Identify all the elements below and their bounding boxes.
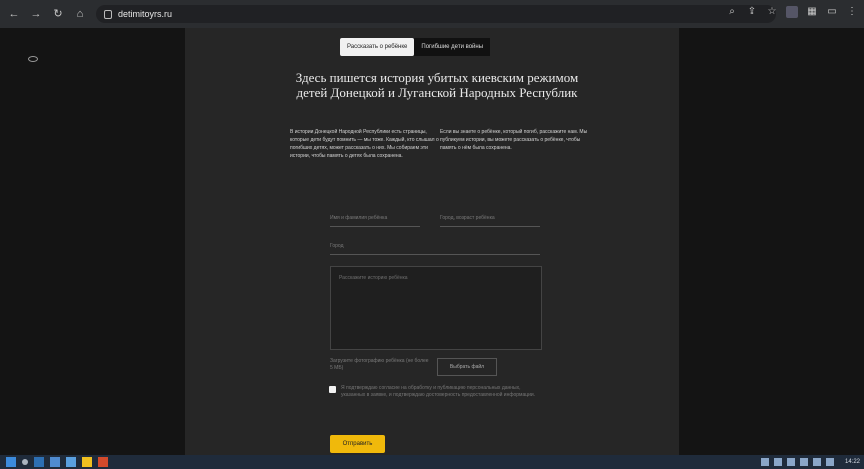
volume-icon[interactable]: [826, 458, 834, 466]
network-icon[interactable]: [813, 458, 821, 466]
tab-dead-children[interactable]: Погибшие дети войны: [414, 38, 491, 56]
tab-bar: Рассказать о ребёнке Погибшие дети войны: [340, 38, 491, 56]
share-icon[interactable]: ⇪: [746, 6, 758, 18]
right-margin: [679, 28, 864, 455]
home-icon[interactable]: ⌂: [72, 6, 88, 22]
taskbar: 14:22: [0, 455, 864, 469]
edge-icon[interactable]: [50, 457, 60, 467]
tray-icon[interactable]: [761, 458, 769, 466]
menu-icon[interactable]: ⋮: [846, 6, 858, 18]
back-arrow-icon[interactable]: ←: [6, 6, 22, 22]
bookmark-icon[interactable]: ☆: [766, 6, 778, 18]
tab-tell-about-child[interactable]: Рассказать о ребёнке: [340, 38, 415, 56]
page-title: Здесь пишется история убитых киевским ре…: [295, 70, 579, 100]
city-field[interactable]: Город: [330, 241, 540, 255]
toolbar-actions: ⌕ ⇪ ☆ ▦ ▭ ⋮: [726, 6, 858, 18]
chrome-icon[interactable]: [98, 457, 108, 467]
description-left: В истории Донецкой Народной Республики е…: [290, 129, 439, 159]
search-icon[interactable]: [22, 459, 28, 465]
address-bar[interactable]: detimitoyrs.ru: [96, 5, 776, 23]
submit-button[interactable]: Отправить: [330, 435, 385, 453]
url-text: detimitoyrs.ru: [118, 9, 173, 19]
left-margin: [0, 28, 185, 455]
consent-checkbox[interactable]: [329, 386, 336, 393]
choose-file-button[interactable]: Выбрать файл: [437, 358, 497, 376]
photo-upload-label: Загрузите фотографию ребёнка (не более 5…: [330, 358, 429, 371]
tray-icon[interactable]: [774, 458, 782, 466]
explorer-icon[interactable]: [66, 457, 76, 467]
description-right: Если вы знаете о ребёнке, который погиб,…: [440, 129, 588, 151]
tray-icon[interactable]: [787, 458, 795, 466]
sidebar-icon[interactable]: ▭: [826, 6, 838, 18]
folder-icon[interactable]: [82, 457, 92, 467]
task-view-icon[interactable]: [34, 457, 44, 467]
main-panel: Рассказать о ребёнке Погибшие дети войны…: [185, 28, 679, 455]
child-name-field[interactable]: Имя и фамилия ребёнка: [330, 213, 420, 227]
tray-icon[interactable]: [800, 458, 808, 466]
story-textarea[interactable]: Расскажите историю ребёнка: [330, 266, 542, 350]
forward-arrow-icon[interactable]: →: [28, 6, 44, 22]
browser-toolbar: ← → ↻ ⌂ detimitoyrs.ru ⌕ ⇪ ☆ ▦ ▭ ⋮: [0, 0, 864, 28]
taskbar-apps: [6, 457, 108, 467]
extension-icon[interactable]: [786, 6, 798, 18]
system-tray: [761, 458, 834, 466]
reload-icon[interactable]: ↻: [50, 6, 66, 22]
age-city-field[interactable]: Город, возраст ребёнка: [440, 213, 540, 227]
puzzle-icon[interactable]: ▦: [806, 6, 818, 18]
start-icon[interactable]: [6, 457, 16, 467]
zoom-icon[interactable]: ⌕: [726, 6, 738, 18]
eye-icon[interactable]: [28, 56, 38, 62]
lock-icon: [104, 9, 112, 19]
web-page: Рассказать о ребёнке Погибшие дети войны…: [0, 28, 864, 455]
clock[interactable]: 14:22: [845, 457, 860, 467]
consent-text: Я подтверждаю согласие на обработку и пу…: [341, 385, 536, 398]
